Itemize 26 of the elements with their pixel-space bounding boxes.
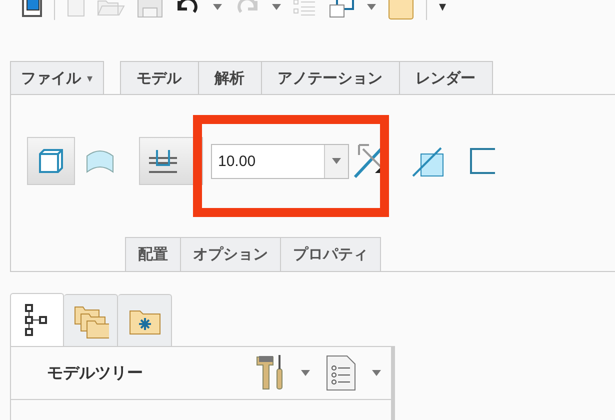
customize-menu-icon[interactable]: ▾: [439, 0, 446, 15]
panel-tab[interactable]: 配置: [125, 237, 181, 271]
dropdown-caret-icon[interactable]: [332, 158, 341, 164]
windows-icon[interactable]: [329, 0, 355, 18]
tree-icon: [24, 303, 50, 337]
note-icon[interactable]: [388, 0, 414, 20]
thickness-combo-box[interactable]: 10.00: [211, 144, 349, 178]
panel-tab[interactable]: オプション: [181, 237, 281, 271]
panel-title: モデルツリー: [47, 362, 144, 384]
windows-caret-icon[interactable]: [367, 4, 376, 10]
app-icon[interactable]: [22, 0, 42, 17]
solid-icon[interactable]: [27, 137, 75, 185]
ribbon-tab[interactable]: アノテーション: [262, 61, 400, 94]
panel-tab[interactable]: プロパティ: [281, 237, 381, 271]
ribbon-tab[interactable]: 解析: [198, 61, 262, 94]
navigator-tab[interactable]: [10, 293, 64, 346]
redo-caret-icon[interactable]: [272, 4, 281, 10]
ribbon-tab[interactable]: モデル: [120, 61, 199, 94]
document-list-icon[interactable]: [326, 355, 356, 391]
undo-caret-icon[interactable]: [213, 4, 222, 10]
tools-caret-icon[interactable]: [301, 370, 310, 376]
thickness-field[interactable]: 10.00: [212, 152, 324, 170]
settings-caret-icon[interactable]: [372, 370, 381, 376]
ribbon-tab[interactable]: レンダー: [400, 61, 493, 94]
file-menu[interactable]: ファイル ▾: [10, 61, 104, 94]
tools-icon[interactable]: [255, 355, 285, 391]
